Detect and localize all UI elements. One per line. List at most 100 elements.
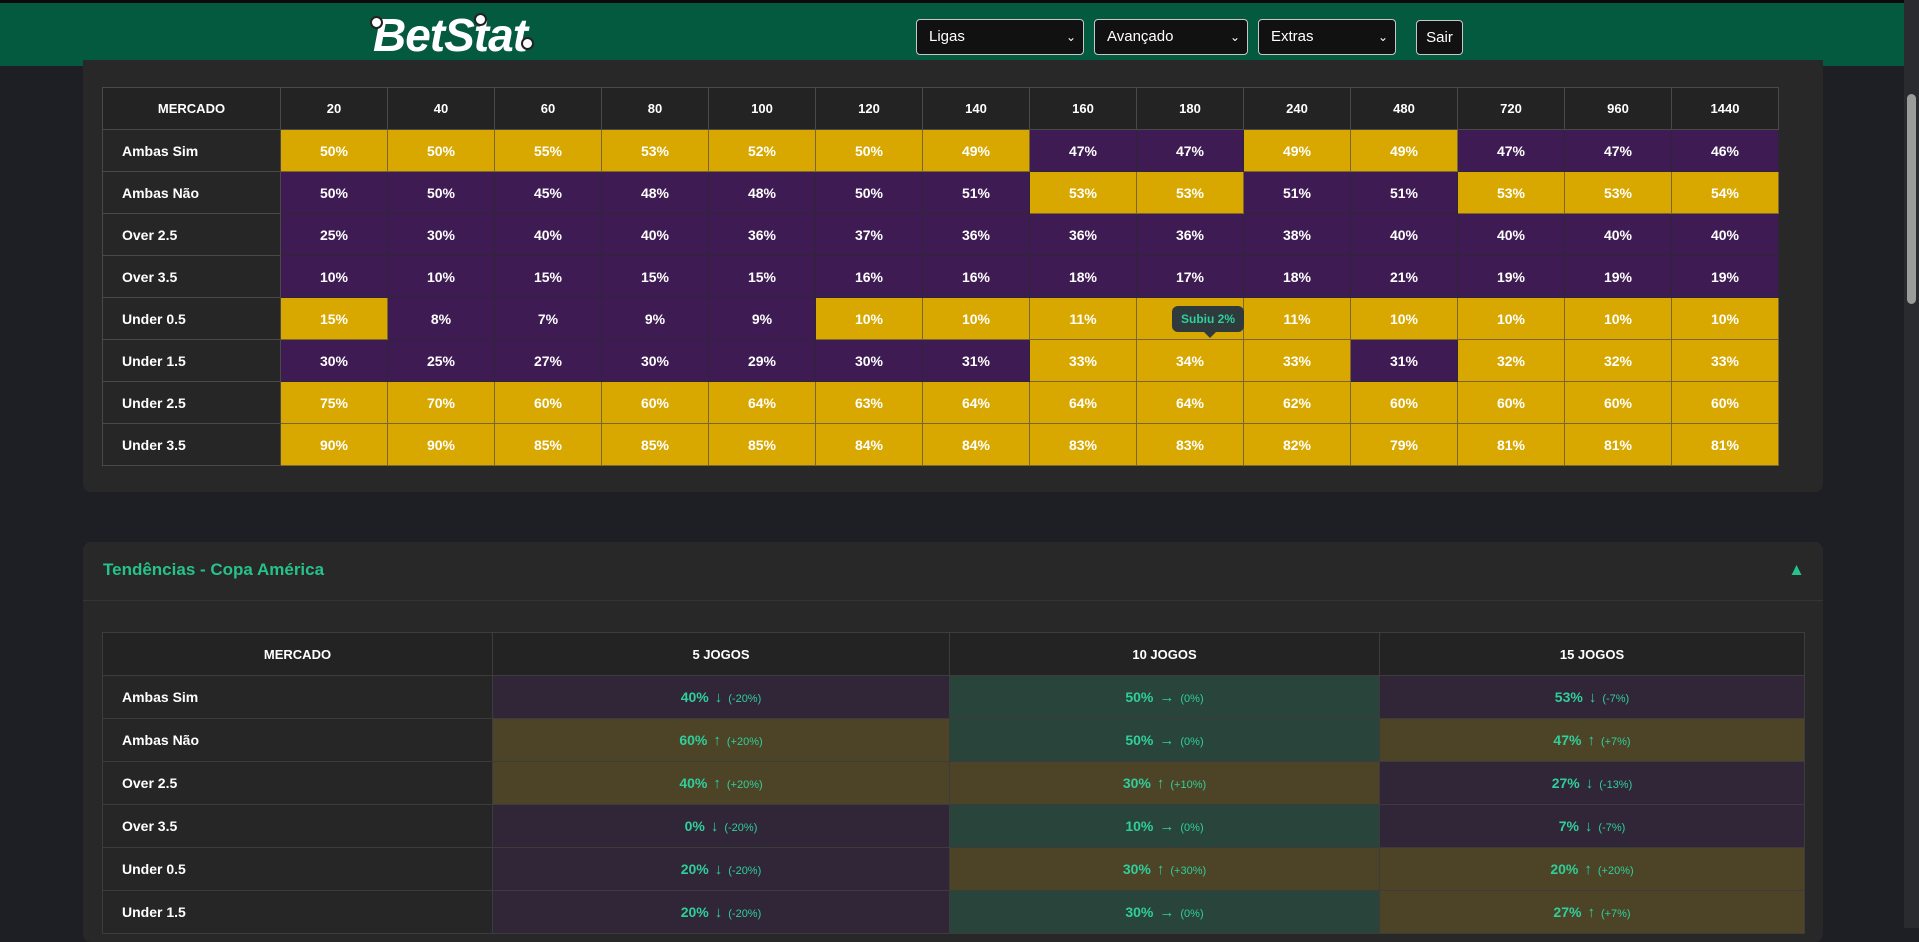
percent-cell[interactable]: 60% (1564, 381, 1672, 424)
percent-cell[interactable]: 10% (1350, 297, 1458, 340)
percent-cell[interactable]: 64% (922, 381, 1030, 424)
percent-cell[interactable]: 37% (815, 213, 923, 256)
percent-cell[interactable]: 7% (494, 297, 602, 340)
percent-cell[interactable]: 53% (1029, 171, 1137, 214)
percent-cell[interactable]: 49% (1243, 129, 1351, 172)
percent-cell[interactable]: 40% (1671, 213, 1779, 256)
extras-select[interactable]: Extras ⌄ (1258, 19, 1396, 55)
percent-cell[interactable]: 40% (601, 213, 709, 256)
percent-cell[interactable]: 36% (1136, 213, 1244, 256)
percent-cell[interactable]: 25% (280, 213, 388, 256)
percent-cell[interactable]: 17% (1136, 255, 1244, 298)
collapse-caret-icon[interactable]: ▲ (1788, 542, 1805, 598)
percent-cell[interactable]: 47% (1029, 129, 1137, 172)
percent-cell[interactable]: 34% (1136, 339, 1244, 382)
percent-cell[interactable]: 49% (1350, 129, 1458, 172)
percent-cell[interactable]: 16% (922, 255, 1030, 298)
percent-cell[interactable]: 15% (494, 255, 602, 298)
percent-cell[interactable]: 30% (815, 339, 923, 382)
percent-cell[interactable]: 70% (387, 381, 495, 424)
percent-cell[interactable]: 48% (601, 171, 709, 214)
logout-button[interactable]: Sair (1416, 20, 1463, 55)
percent-cell[interactable]: 51% (1350, 171, 1458, 214)
percent-cell[interactable]: 85% (494, 423, 602, 466)
percent-cell[interactable]: 19% (1457, 255, 1565, 298)
percent-cell[interactable]: 18% (1029, 255, 1137, 298)
percent-cell[interactable]: 81% (1564, 423, 1672, 466)
percent-cell[interactable]: 15% (601, 255, 709, 298)
percent-cell[interactable]: 64% (1029, 381, 1137, 424)
percent-cell[interactable]: 81% (1671, 423, 1779, 466)
percent-cell[interactable]: 47% (1457, 129, 1565, 172)
percent-cell[interactable]: 40% (1350, 213, 1458, 256)
percent-cell[interactable]: 85% (708, 423, 816, 466)
percent-cell[interactable]: 16% (815, 255, 923, 298)
percent-cell[interactable]: 60% (601, 381, 709, 424)
percent-cell[interactable]: 51% (1243, 171, 1351, 214)
percent-cell[interactable]: 15% (280, 297, 388, 340)
percent-cell[interactable]: 64% (1136, 381, 1244, 424)
percent-cell[interactable]: 19% (1564, 255, 1672, 298)
avancado-select[interactable]: Avançado ⌄ (1094, 19, 1248, 55)
percent-cell[interactable]: 40% (1457, 213, 1565, 256)
percent-cell[interactable]: 85% (601, 423, 709, 466)
percent-cell[interactable]: 40% (494, 213, 602, 256)
percent-cell[interactable]: 53% (1136, 171, 1244, 214)
trends-panel-header[interactable]: Tendências - Copa América ▲ (83, 542, 1823, 601)
percent-cell[interactable]: 51% (922, 171, 1030, 214)
percent-cell[interactable]: 9% (708, 297, 816, 340)
percent-cell[interactable]: 60% (1457, 381, 1565, 424)
percent-cell[interactable]: 10% (387, 255, 495, 298)
percent-cell[interactable]: 90% (280, 423, 388, 466)
percent-cell[interactable]: 82% (1243, 423, 1351, 466)
percent-cell[interactable]: 11% (1243, 297, 1351, 340)
percent-cell[interactable]: 10% (815, 297, 923, 340)
percent-cell[interactable]: 50% (387, 129, 495, 172)
percent-cell[interactable]: 47% (1136, 129, 1244, 172)
percent-cell[interactable]: 64% (708, 381, 816, 424)
percent-cell[interactable]: 50% (280, 171, 388, 214)
percent-cell[interactable]: 8% (387, 297, 495, 340)
percent-cell[interactable]: 32% (1457, 339, 1565, 382)
percent-cell[interactable]: 50% (815, 129, 923, 172)
percent-cell[interactable]: 55% (494, 129, 602, 172)
percent-cell[interactable]: 33% (1029, 339, 1137, 382)
betstat-logo[interactable]: BetStat (370, 9, 535, 61)
percent-cell[interactable]: 84% (815, 423, 923, 466)
percent-cell[interactable]: 32% (1564, 339, 1672, 382)
percent-cell[interactable]: 50% (815, 171, 923, 214)
percent-cell[interactable]: 38% (1243, 213, 1351, 256)
percent-cell[interactable]: 84% (922, 423, 1030, 466)
percent-cell[interactable]: 9% (601, 297, 709, 340)
percent-cell[interactable]: 11% (1029, 297, 1137, 340)
percent-cell[interactable]: 90% (387, 423, 495, 466)
percent-cell[interactable]: 19% (1671, 255, 1779, 298)
percent-cell[interactable]: 30% (601, 339, 709, 382)
percent-cell[interactable]: 83% (1136, 423, 1244, 466)
percent-cell[interactable]: 15% (708, 255, 816, 298)
percent-cell[interactable]: 75% (280, 381, 388, 424)
percent-cell[interactable]: 48% (708, 171, 816, 214)
percent-cell[interactable]: 60% (1350, 381, 1458, 424)
percent-cell[interactable]: 31% (922, 339, 1030, 382)
percent-cell[interactable]: 45% (494, 171, 602, 214)
percent-cell[interactable]: 36% (922, 213, 1030, 256)
percent-cell[interactable]: 63% (815, 381, 923, 424)
percent-cell[interactable]: 50% (387, 171, 495, 214)
percent-cell[interactable]: 54% (1671, 171, 1779, 214)
percent-cell[interactable]: 10% (280, 255, 388, 298)
percent-cell[interactable]: 33% (1243, 339, 1351, 382)
percent-cell[interactable]: 10% (1671, 297, 1779, 340)
percent-cell[interactable]: 33% (1671, 339, 1779, 382)
percent-cell[interactable]: 36% (708, 213, 816, 256)
percent-cell[interactable]: 40% (1564, 213, 1672, 256)
percent-cell[interactable]: 60% (1671, 381, 1779, 424)
percent-cell[interactable]: 21% (1350, 255, 1458, 298)
percent-cell[interactable]: 30% (280, 339, 388, 382)
percent-cell[interactable]: 79% (1350, 423, 1458, 466)
percent-cell[interactable]: 53% (601, 129, 709, 172)
percent-cell[interactable]: 10% (922, 297, 1030, 340)
percent-cell[interactable]: 60% (494, 381, 602, 424)
percent-cell[interactable]: 36% (1029, 213, 1137, 256)
percent-cell[interactable]: 53% (1564, 171, 1672, 214)
